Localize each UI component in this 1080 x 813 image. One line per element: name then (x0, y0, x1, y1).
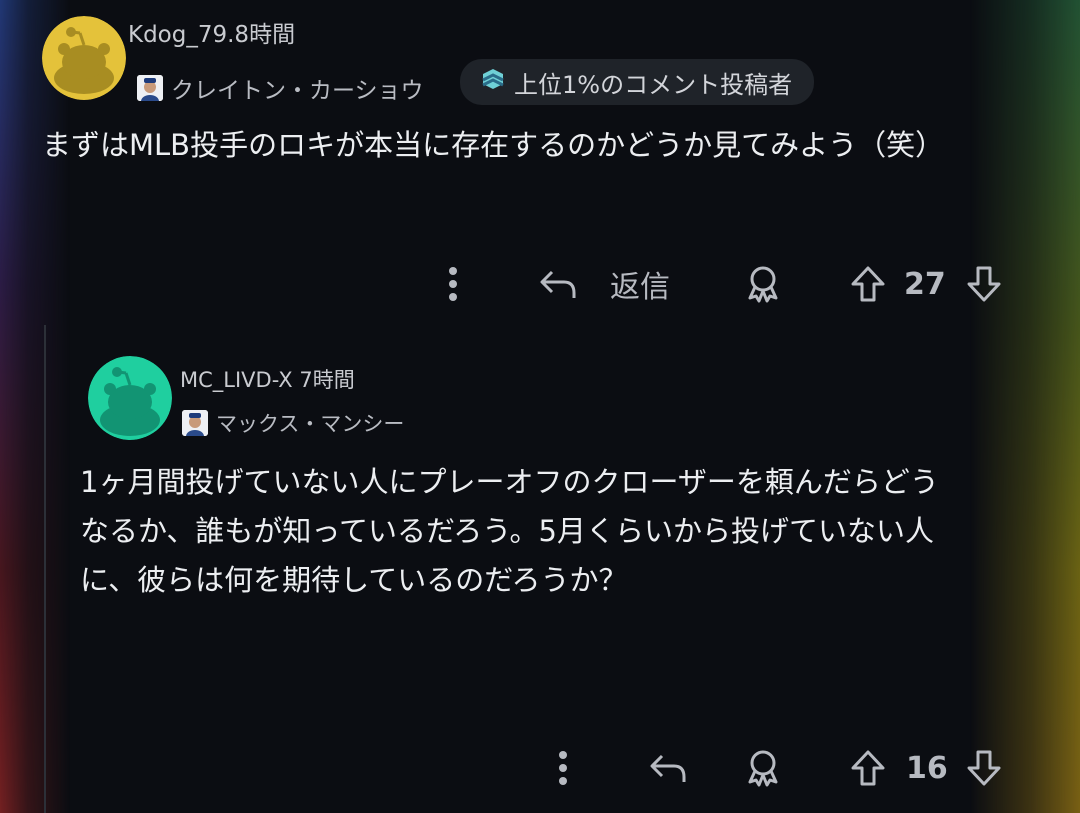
downvote-arrow-icon[interactable] (964, 748, 1004, 788)
comment-meta: MC_LIVD-X 7時間 (180, 364, 355, 394)
thread-line[interactable] (44, 325, 46, 813)
username[interactable]: MC_LIVD-X (180, 368, 293, 392)
reply-button[interactable]: 返信 (610, 264, 670, 305)
comment-body: まずはMLB投手のロキが本当に存在するのかどうか見てみよう（笑） (42, 128, 945, 162)
award-icon[interactable] (742, 748, 784, 788)
more-vertical-icon[interactable] (548, 748, 578, 788)
downvote-arrow-icon[interactable] (964, 264, 1004, 304)
comment-actions: 16 (0, 748, 1080, 788)
vote-count: 27 (904, 266, 946, 302)
snoo-avatar-icon[interactable] (42, 16, 126, 100)
upvote-arrow-icon[interactable] (848, 748, 888, 788)
user-flair: マックス・マンシー (182, 408, 404, 438)
player-flair-icon (137, 75, 163, 101)
reply-arrow-icon[interactable] (646, 748, 690, 788)
vote-count: 16 (906, 750, 948, 786)
timestamp: 7時間 (299, 368, 355, 392)
user-flair: クレイトン・カーショウ (137, 71, 424, 105)
award-icon[interactable] (742, 264, 784, 304)
flair-label: クレイトン・カーショウ (171, 78, 424, 104)
snoo-avatar-icon[interactable] (88, 356, 172, 440)
username[interactable]: Kdog_79 (128, 22, 227, 48)
top-commenter-icon (480, 66, 506, 98)
timestamp: .8時間 (227, 22, 296, 48)
flair-label: マックス・マンシー (216, 412, 405, 436)
comment-meta: Kdog_79.8時間 (128, 15, 295, 49)
top-commenter-badge[interactable]: 上位1%のコメント投稿者 (460, 59, 815, 105)
upvote-arrow-icon[interactable] (848, 264, 888, 304)
comment-body: 1ヶ月間投げていない人にプレーオフのクローザーを頼んだらどうなるか、誰もが知って… (80, 465, 939, 597)
badge-label: 上位1%のコメント投稿者 (514, 70, 793, 99)
player-flair-icon (182, 410, 208, 436)
comment-actions: 返信 27 (0, 264, 1080, 305)
reply-arrow-icon[interactable] (536, 264, 580, 304)
more-vertical-icon[interactable] (438, 264, 468, 304)
